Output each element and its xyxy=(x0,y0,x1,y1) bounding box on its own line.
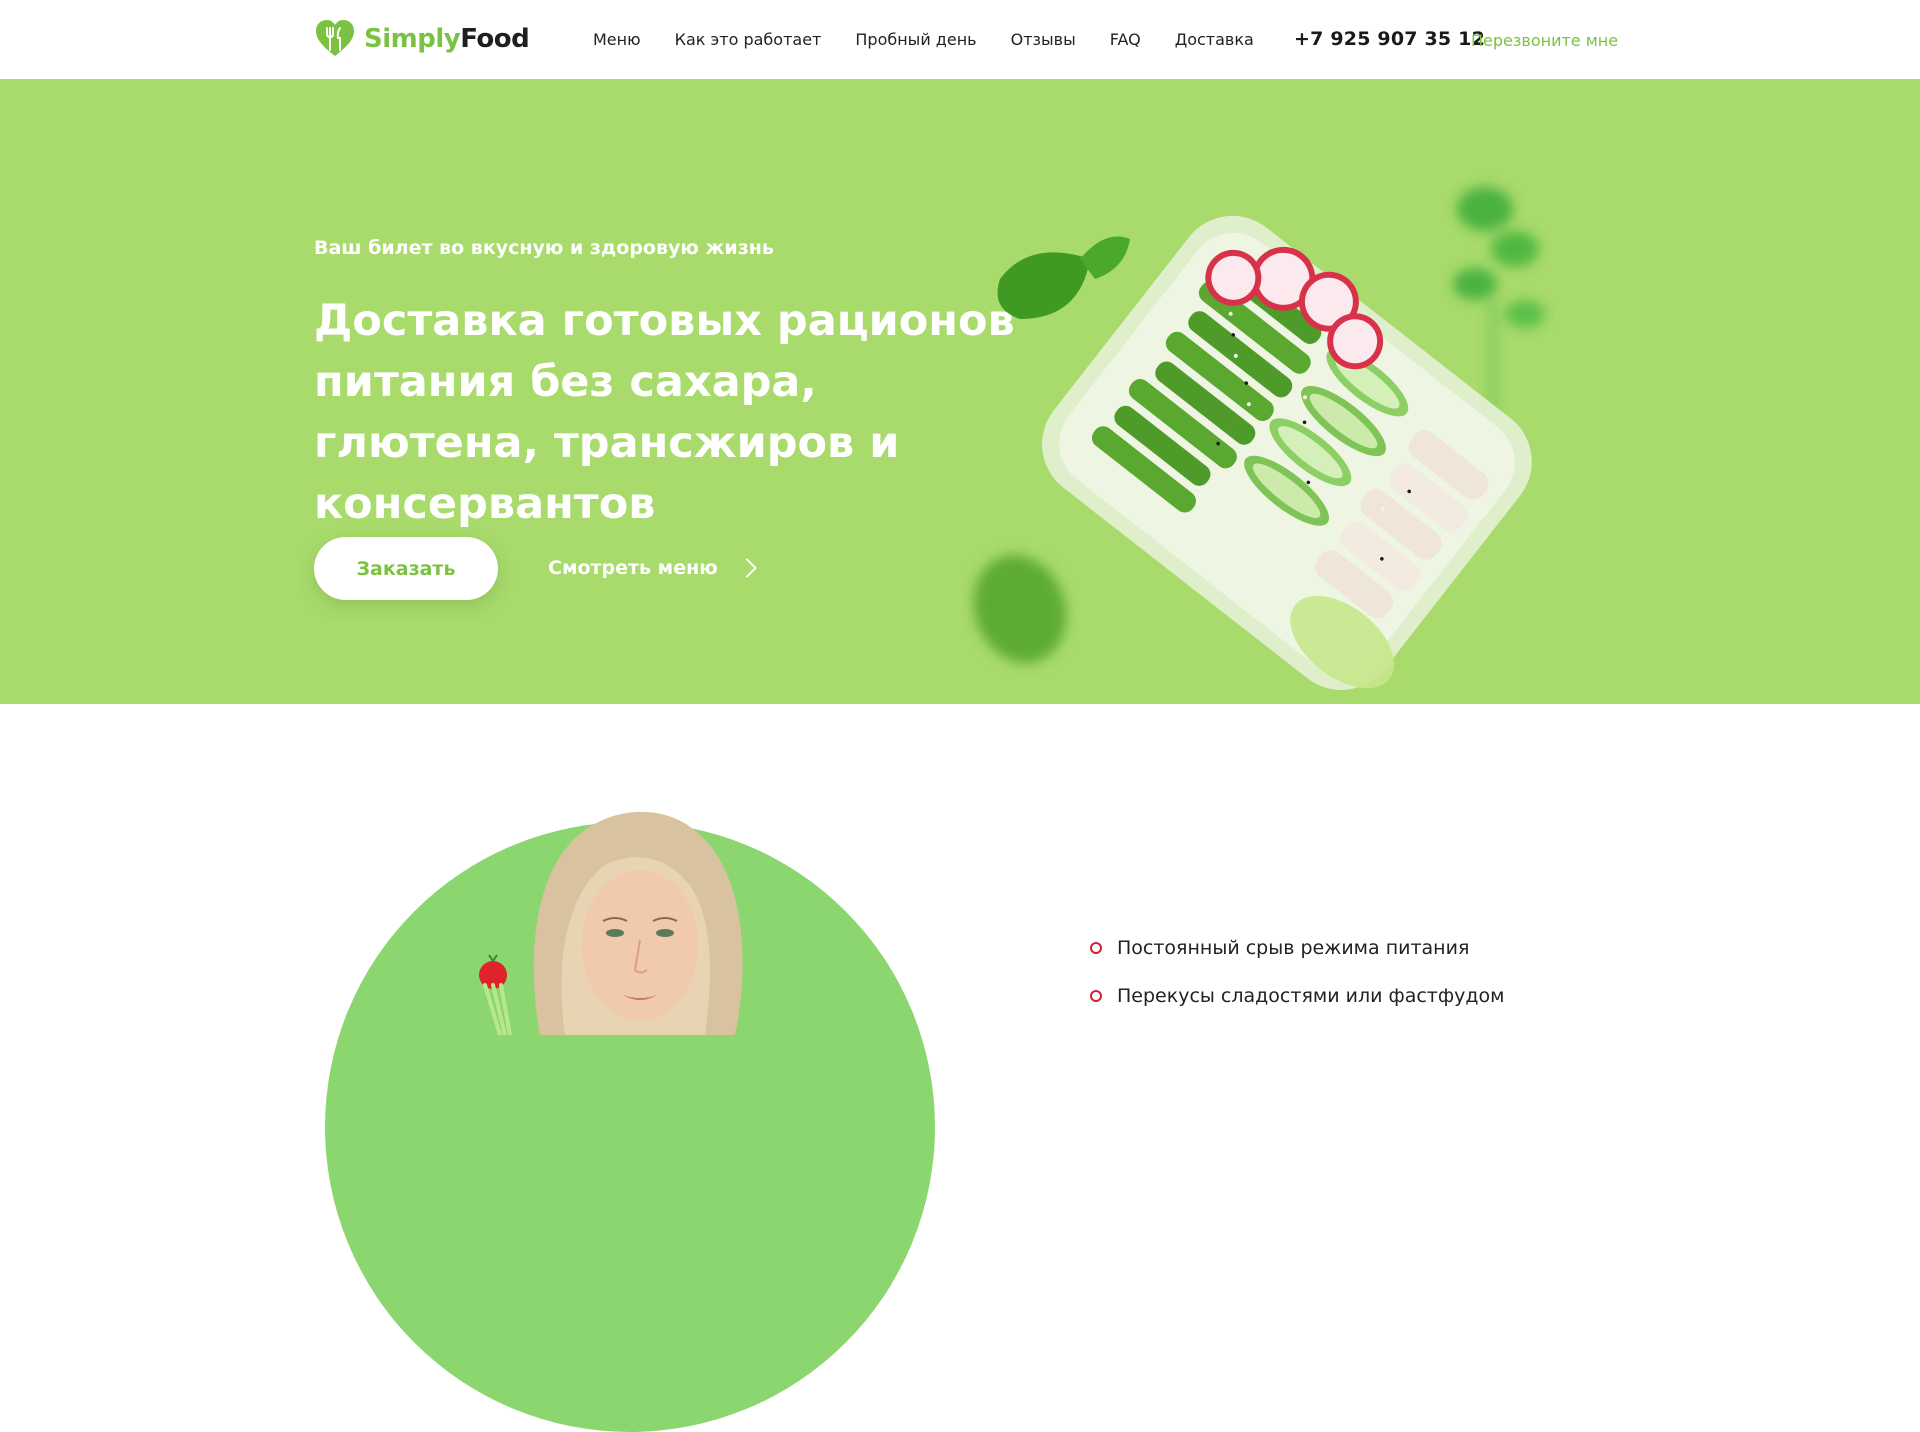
list-item: Постоянный срыв режима питания xyxy=(1090,935,1504,961)
chevron-right-icon xyxy=(736,558,757,578)
nav-item-reviews[interactable]: Отзывы xyxy=(1011,30,1076,49)
nav-item-menu[interactable]: Меню xyxy=(593,30,641,49)
hero-headline: Доставка готовых рационов питания без са… xyxy=(314,296,1015,529)
bullet-circle-icon xyxy=(1090,942,1102,954)
heart-fork-icon xyxy=(316,20,354,56)
order-button[interactable]: Заказать xyxy=(314,537,498,600)
woman-photo xyxy=(479,811,743,1035)
view-menu-label: Смотреть меню xyxy=(548,557,718,579)
main-nav: Меню Как это работает Пробный день Отзыв… xyxy=(593,30,1288,49)
nav-item-delivery[interactable]: Доставка xyxy=(1175,30,1254,49)
nav-item-trial-day[interactable]: Пробный день xyxy=(855,30,976,49)
logo-text-part1: Simply xyxy=(364,24,461,54)
site-header: SimplyFood Меню Как это работает Пробный… xyxy=(0,0,1920,79)
logo-text: SimplyFood xyxy=(364,24,530,54)
list-item: Перекусы сладостями или фастфудом xyxy=(1090,983,1504,1009)
callback-link[interactable]: Перезвоните мне xyxy=(1471,31,1618,50)
pain-points-list: Постоянный срыв режима питания Перекусы … xyxy=(1090,935,1504,1031)
bullet-circle-icon xyxy=(1090,990,1102,1002)
nav-item-how-it-works[interactable]: Как это работает xyxy=(675,30,822,49)
phone-number[interactable]: +7 925 907 35 12 xyxy=(1294,28,1485,50)
hero-section: Ваш билет во вкусную и здоровую жизнь До… xyxy=(0,79,1920,704)
pain-point-text: Перекусы сладостями или фастфудом xyxy=(1117,985,1505,1007)
logo[interactable]: SimplyFood xyxy=(314,18,530,60)
pain-point-text: Постоянный срыв режима питания xyxy=(1117,937,1470,959)
hero-tagline: Ваш билет во вкусную и здоровую жизнь xyxy=(314,237,774,259)
salad-container-image xyxy=(973,187,1545,691)
view-menu-link[interactable]: Смотреть меню xyxy=(548,557,757,579)
logo-text-part2: Food xyxy=(460,24,530,54)
nav-item-faq[interactable]: FAQ xyxy=(1110,30,1141,49)
